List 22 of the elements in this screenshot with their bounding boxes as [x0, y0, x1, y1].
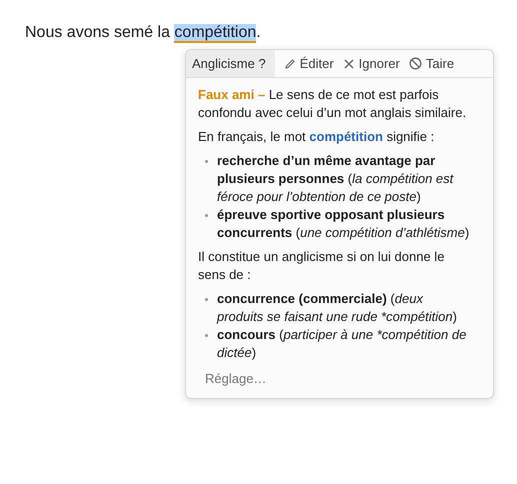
definition-text: concurrence (commerciale) (deux produits se faisant une rude *compétition)	[217, 290, 458, 326]
action-button[interactable]: Éditer	[274, 50, 334, 77]
bullet-icon	[205, 298, 208, 301]
sentence-text: Nous avons semé la	[25, 24, 170, 41]
prohibited-icon	[408, 57, 422, 70]
close-icon	[342, 58, 355, 70]
action-button[interactable]: Taire	[400, 50, 454, 77]
explanation-text: Faux ami – Le sens de ce mot est parfois confondu avec celui d’un mot anglais similaire.	[198, 86, 468, 122]
highlighted-word[interactable]: compétition	[174, 24, 256, 43]
settings-link[interactable]: Réglage…	[198, 368, 266, 388]
definition-text: épreuve sportive opposant plusieurs concurrents (une compétition d’athlétisme)	[217, 206, 470, 242]
explanation-text: En français, le mot compétition signifie :	[198, 128, 436, 146]
explanation-text: Il constitue un anglicisme si on lui donne le sens de :	[198, 248, 446, 284]
category-label: Anglicisme ?	[186, 50, 275, 77]
bullet-icon	[205, 160, 208, 163]
definition-text: recherche d’un même avantage par plusieurs personnes (la compétition est féroce pour l’obtention de ce poste)	[217, 152, 455, 206]
definition-text: concours (participer à une *compétition de dictée)	[217, 326, 468, 362]
bullet-icon	[205, 334, 208, 337]
bullet-icon	[205, 214, 208, 217]
pencil-icon	[284, 58, 296, 70]
action-button[interactable]: Ignorer	[334, 50, 400, 77]
sentence-period: .	[256, 24, 261, 41]
